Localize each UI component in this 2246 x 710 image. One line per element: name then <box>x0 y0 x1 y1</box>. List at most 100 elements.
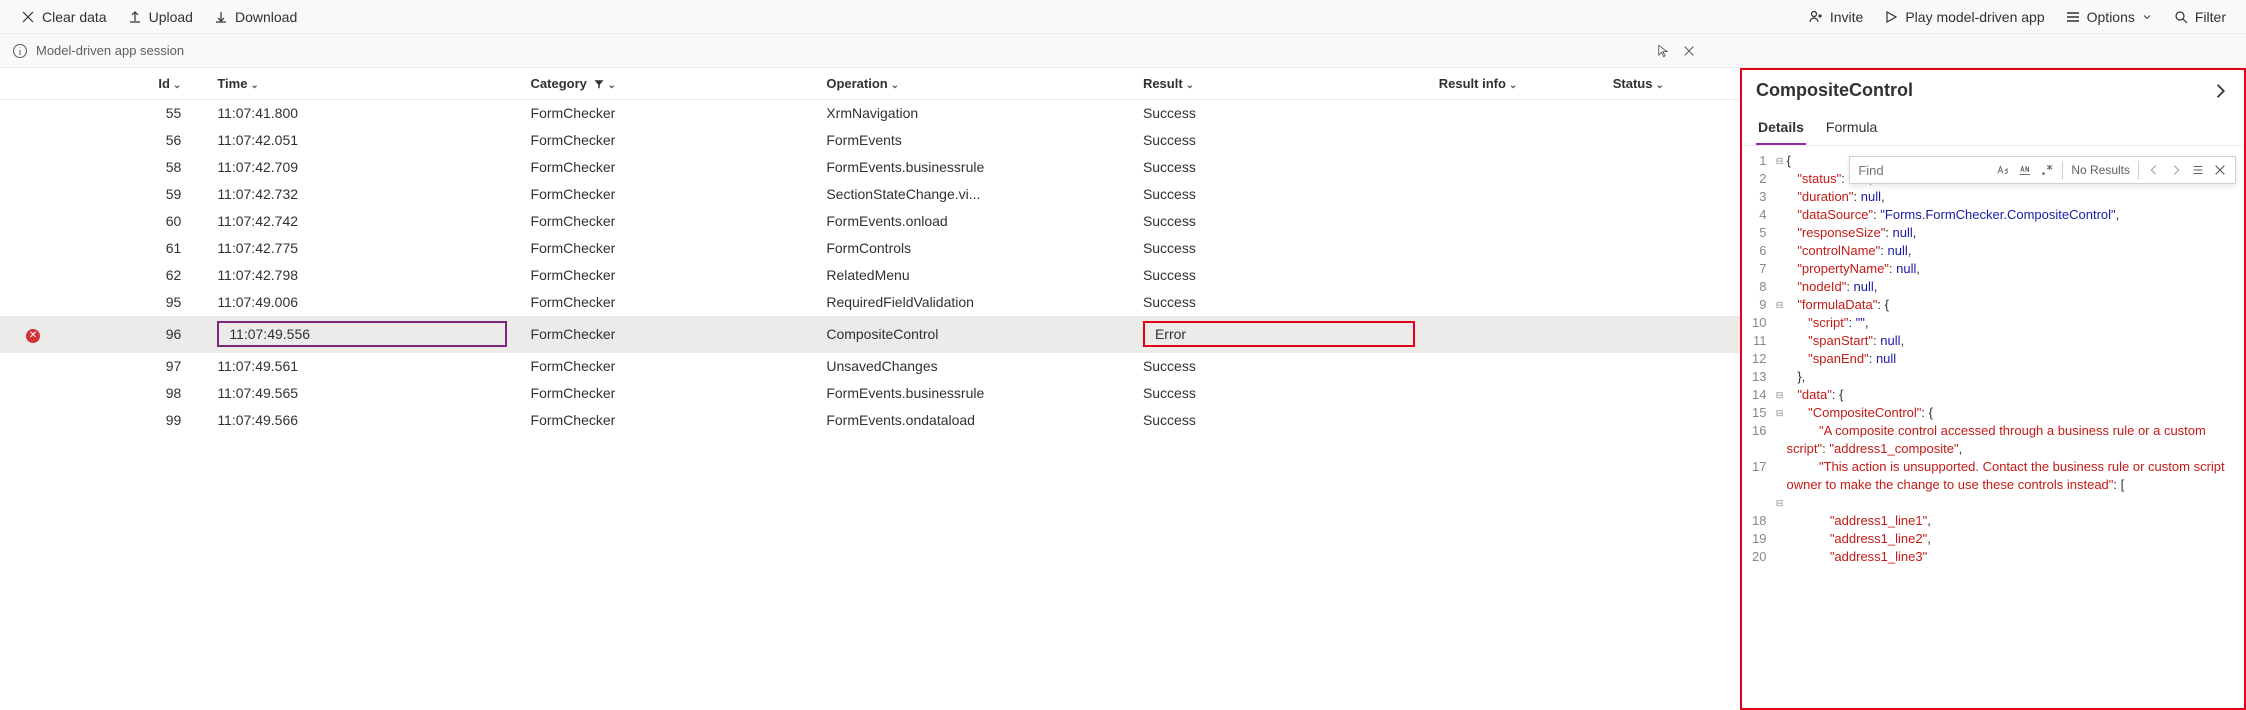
session-label: Model-driven app session <box>36 43 184 58</box>
cell-operation: CompositeControl <box>814 316 1131 353</box>
session-bar: Model-driven app session <box>0 34 2246 68</box>
col-resultinfo[interactable]: Result info⌄ <box>1427 68 1601 100</box>
table-row[interactable]: 9911:07:49.566FormCheckerFormEvents.onda… <box>0 407 1740 434</box>
play-app-button[interactable]: Play model-driven app <box>1875 5 2052 29</box>
filter-applied-icon <box>593 78 605 90</box>
play-icon <box>1883 9 1899 25</box>
col-time[interactable]: Time⌄ <box>205 68 518 100</box>
expand-panel-icon[interactable] <box>2210 81 2230 101</box>
close-session-icon[interactable] <box>1682 44 1696 58</box>
cell-id: 98 <box>66 380 205 407</box>
cell-operation: FormEvents.ondataload <box>814 407 1131 434</box>
whole-word-icon[interactable] <box>2018 163 2032 177</box>
invite-icon <box>1808 9 1824 25</box>
options-icon <box>2065 9 2081 25</box>
find-bar: No Results <box>1849 156 2236 184</box>
table-row[interactable]: 6211:07:42.798FormCheckerRelatedMenuSucc… <box>0 262 1740 289</box>
cell-category: FormChecker <box>519 181 815 208</box>
cell-result: Error <box>1143 321 1415 347</box>
info-icon <box>12 43 28 59</box>
cell-id: 96 <box>66 316 205 353</box>
cell-operation: FormEvents.businessrule <box>814 380 1131 407</box>
cell-id: 97 <box>66 353 205 380</box>
cell-id: 99 <box>66 407 205 434</box>
cell-id: 62 <box>66 262 205 289</box>
col-category[interactable]: Category ⌄ <box>519 68 815 100</box>
cell-operation: FormEvents <box>814 127 1131 154</box>
table-row[interactable]: 5611:07:42.051FormCheckerFormEventsSucce… <box>0 127 1740 154</box>
download-icon <box>213 9 229 25</box>
cell-operation: FormControls <box>814 235 1131 262</box>
clear-data-label: Clear data <box>42 9 107 25</box>
cell-operation: SectionStateChange.vi... <box>814 181 1131 208</box>
cell-category: FormChecker <box>519 208 815 235</box>
cell-id: 55 <box>66 100 205 127</box>
cell-category: FormChecker <box>519 100 815 127</box>
cell-id: 61 <box>66 235 205 262</box>
col-operation[interactable]: Operation⌄ <box>814 68 1131 100</box>
table-row[interactable]: ✕9611:07:49.556FormCheckerCompositeContr… <box>0 316 1740 353</box>
json-viewer[interactable]: 1234567891011121314151617181920 ⊟⊟⊟⊟⊟ { … <box>1742 146 2244 694</box>
table-row[interactable]: 5511:07:41.800FormCheckerXrmNavigationSu… <box>0 100 1740 127</box>
details-title: CompositeControl <box>1756 80 1913 101</box>
cell-operation: XrmNavigation <box>814 100 1131 127</box>
upload-button[interactable]: Upload <box>119 5 201 29</box>
cell-id: 56 <box>66 127 205 154</box>
match-case-icon[interactable] <box>1996 163 2010 177</box>
table-row[interactable]: 6111:07:42.775FormCheckerFormControlsSuc… <box>0 235 1740 262</box>
cell-time: 11:07:49.556 <box>217 321 506 347</box>
col-status[interactable]: Status⌄ <box>1601 68 1740 100</box>
filter-label: Filter <box>2195 9 2226 25</box>
table-row[interactable]: 5811:07:42.709FormCheckerFormEvents.busi… <box>0 154 1740 181</box>
download-button[interactable]: Download <box>205 5 305 29</box>
col-result[interactable]: Result⌄ <box>1131 68 1427 100</box>
cell-category: FormChecker <box>519 316 815 353</box>
cell-category: FormChecker <box>519 407 815 434</box>
cursor-icon <box>1656 44 1670 58</box>
find-prev-icon[interactable] <box>2147 163 2161 177</box>
event-grid[interactable]: Id⌄ Time⌄ Category ⌄ Operation⌄ Result⌄ … <box>0 68 1740 710</box>
find-select-all-icon[interactable] <box>2191 163 2205 177</box>
cell-id: 95 <box>66 289 205 316</box>
grid-header-row: Id⌄ Time⌄ Category ⌄ Operation⌄ Result⌄ … <box>0 68 1740 100</box>
close-icon <box>20 9 36 25</box>
cell-id: 60 <box>66 208 205 235</box>
cell-category: FormChecker <box>519 235 815 262</box>
cell-category: FormChecker <box>519 154 815 181</box>
cell-category: FormChecker <box>519 127 815 154</box>
find-results: No Results <box>2071 163 2130 177</box>
cell-operation: RequiredFieldValidation <box>814 289 1131 316</box>
cell-operation: UnsavedChanges <box>814 353 1131 380</box>
find-close-icon[interactable] <box>2213 163 2227 177</box>
cell-id: 59 <box>66 181 205 208</box>
find-input[interactable] <box>1858 163 1988 178</box>
find-next-icon[interactable] <box>2169 163 2183 177</box>
cell-category: FormChecker <box>519 262 815 289</box>
search-icon <box>2173 9 2189 25</box>
clear-data-button[interactable]: Clear data <box>12 5 115 29</box>
cell-operation: FormEvents.onload <box>814 208 1131 235</box>
upload-label: Upload <box>149 9 193 25</box>
tab-details[interactable]: Details <box>1756 111 1806 145</box>
cell-operation: RelatedMenu <box>814 262 1131 289</box>
cell-category: FormChecker <box>519 289 815 316</box>
invite-button[interactable]: Invite <box>1800 5 1871 29</box>
cell-operation: FormEvents.businessrule <box>814 154 1131 181</box>
invite-label: Invite <box>1830 9 1863 25</box>
regex-icon[interactable] <box>2040 163 2054 177</box>
play-app-label: Play model-driven app <box>1905 9 2044 25</box>
details-tabs: Details Formula <box>1742 111 2244 146</box>
filter-button[interactable]: Filter <box>2165 5 2234 29</box>
table-row[interactable]: 5911:07:42.732FormCheckerSectionStateCha… <box>0 181 1740 208</box>
tab-formula[interactable]: Formula <box>1824 111 1879 145</box>
top-toolbar: Clear data Upload Download Invite Play m… <box>0 0 2246 34</box>
details-panel: CompositeControl Details Formula No Resu… <box>1740 68 2246 710</box>
col-id[interactable]: Id⌄ <box>66 68 205 100</box>
options-button[interactable]: Options <box>2057 5 2161 29</box>
cell-category: FormChecker <box>519 380 815 407</box>
table-row[interactable]: 6011:07:42.742FormCheckerFormEvents.onlo… <box>0 208 1740 235</box>
table-row[interactable]: 9711:07:49.561FormCheckerUnsavedChangesS… <box>0 353 1740 380</box>
table-row[interactable]: 9511:07:49.006FormCheckerRequiredFieldVa… <box>0 289 1740 316</box>
cell-id: 58 <box>66 154 205 181</box>
table-row[interactable]: 9811:07:49.565FormCheckerFormEvents.busi… <box>0 380 1740 407</box>
